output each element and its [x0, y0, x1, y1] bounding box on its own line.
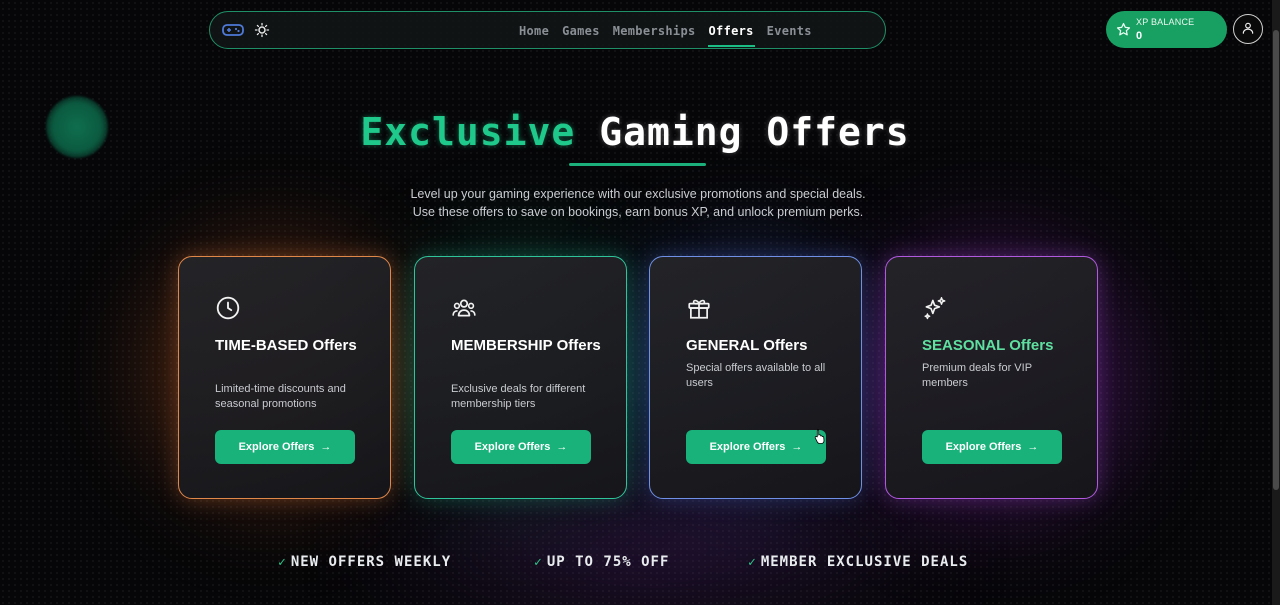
users-icon: [451, 295, 477, 321]
sun-icon[interactable]: [254, 21, 270, 39]
gift-icon: [686, 295, 712, 321]
xp-balance-value: 0: [1136, 30, 1143, 42]
nav-link-offers[interactable]: Offers: [707, 24, 755, 47]
offer-card-general: GENERAL Offers Special offers available …: [649, 256, 862, 499]
xp-balance-pill[interactable]: XP BALANCE 0: [1106, 11, 1227, 48]
hand-cursor-icon: [814, 428, 826, 444]
nav-links: Home Games Memberships Offers Events: [519, 12, 825, 50]
card-title: TIME-BASED Offers: [215, 337, 357, 354]
card-title: GENERAL Offers: [686, 337, 808, 354]
explore-offers-button[interactable]: Explore Offers →: [451, 430, 591, 464]
nav-link-events[interactable]: Events: [767, 24, 812, 38]
explore-offers-button[interactable]: Explore Offers →: [215, 430, 355, 464]
feature-label: MEMBER EXCLUSIVE DEALS: [760, 554, 969, 570]
button-label: Explore Offers: [709, 441, 786, 453]
feature-label: NEW OFFERS WEEKLY: [290, 554, 452, 570]
arrow-right-icon: →: [556, 441, 568, 453]
page-scrollbar[interactable]: [1272, 0, 1280, 605]
button-label: Explore Offers: [238, 441, 315, 453]
offer-card-time-based: TIME-BASED Offers Limited-time discounts…: [178, 256, 391, 499]
clock-icon: [215, 295, 241, 321]
arrow-right-icon: →: [791, 441, 803, 453]
check-icon: ✓: [748, 555, 757, 570]
card-description: Premium deals for VIP members: [922, 362, 1032, 389]
explore-offers-button[interactable]: Explore Offers →: [686, 430, 826, 464]
arrow-right-icon: →: [320, 441, 332, 453]
page-title: Exclusive Gaming Offers: [0, 110, 1270, 154]
button-label: Explore Offers: [945, 441, 1022, 453]
feature-new-offers-weekly: ✓ NEW OFFERS WEEKLY: [278, 554, 451, 570]
top-navbar: Home Games Memberships Offers Events: [209, 11, 886, 49]
page-title-rest: Gaming Offers: [599, 110, 910, 154]
user-icon: [1241, 20, 1255, 39]
offer-card-membership: MEMBERSHIP Offers Exclusive deals for di…: [414, 256, 627, 499]
feature-up-to-75-off: ✓ UP TO 75% OFF: [534, 554, 669, 570]
nav-link-games[interactable]: Games: [562, 24, 600, 38]
gamepad-icon[interactable]: [222, 22, 244, 38]
sparkles-icon: [922, 295, 948, 321]
page-title-accent: Exclusive: [360, 110, 576, 154]
card-title: SEASONAL Offers: [922, 337, 1054, 354]
feature-member-exclusive-deals: ✓ MEMBER EXCLUSIVE DEALS: [748, 554, 968, 570]
star-icon: [1116, 22, 1131, 37]
nav-link-home[interactable]: Home: [519, 24, 549, 38]
xp-balance-label: XP BALANCE: [1136, 17, 1195, 27]
feature-label: UP TO 75% OFF: [546, 554, 670, 570]
check-icon: ✓: [278, 555, 287, 570]
check-icon: ✓: [534, 555, 543, 570]
card-description: Exclusive deals for different membership…: [451, 383, 586, 410]
arrow-right-icon: →: [1027, 441, 1039, 453]
card-description: Limited-time discounts and seasonal prom…: [215, 383, 346, 410]
scrollbar-thumb[interactable]: [1273, 30, 1279, 490]
page-subtitle: Level up your gaming experience with our…: [410, 187, 866, 219]
card-description: Special offers available to all users: [686, 362, 826, 389]
button-label: Explore Offers: [474, 441, 551, 453]
title-underline: [569, 163, 706, 166]
offer-card-seasonal: SEASONAL Offers Premium deals for VIP me…: [885, 256, 1098, 499]
explore-offers-button[interactable]: Explore Offers →: [922, 430, 1062, 464]
card-title: MEMBERSHIP Offers: [451, 337, 601, 354]
user-profile-button[interactable]: [1233, 14, 1263, 44]
nav-link-memberships[interactable]: Memberships: [613, 24, 696, 38]
